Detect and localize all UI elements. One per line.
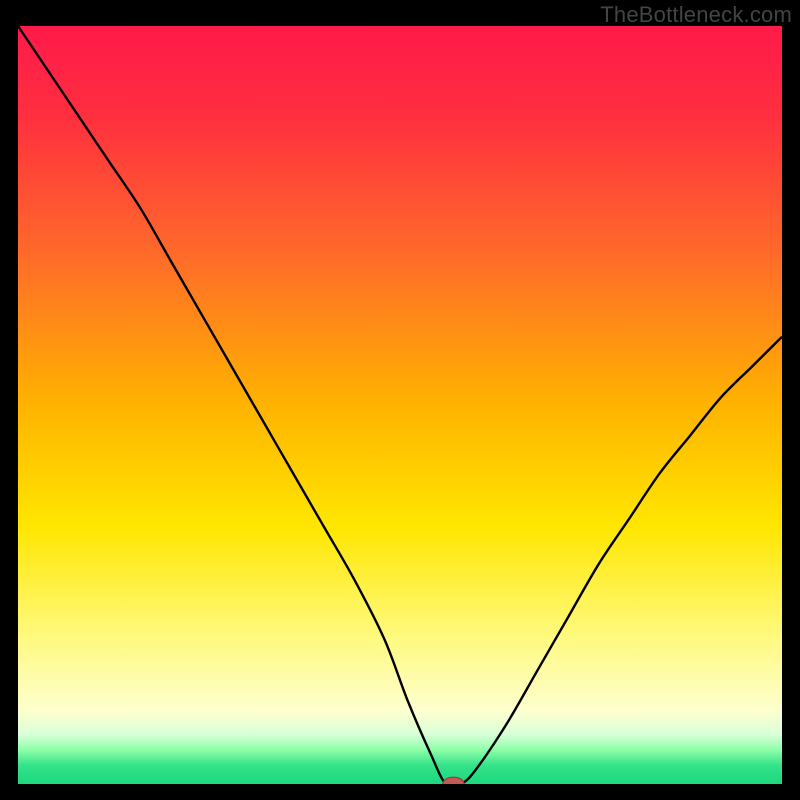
chart-frame: TheBottleneck.com (0, 0, 800, 800)
watermark-text: TheBottleneck.com (600, 2, 792, 28)
bottleneck-chart (18, 26, 782, 784)
heat-gradient-background (18, 26, 782, 784)
plot-area (18, 26, 782, 784)
